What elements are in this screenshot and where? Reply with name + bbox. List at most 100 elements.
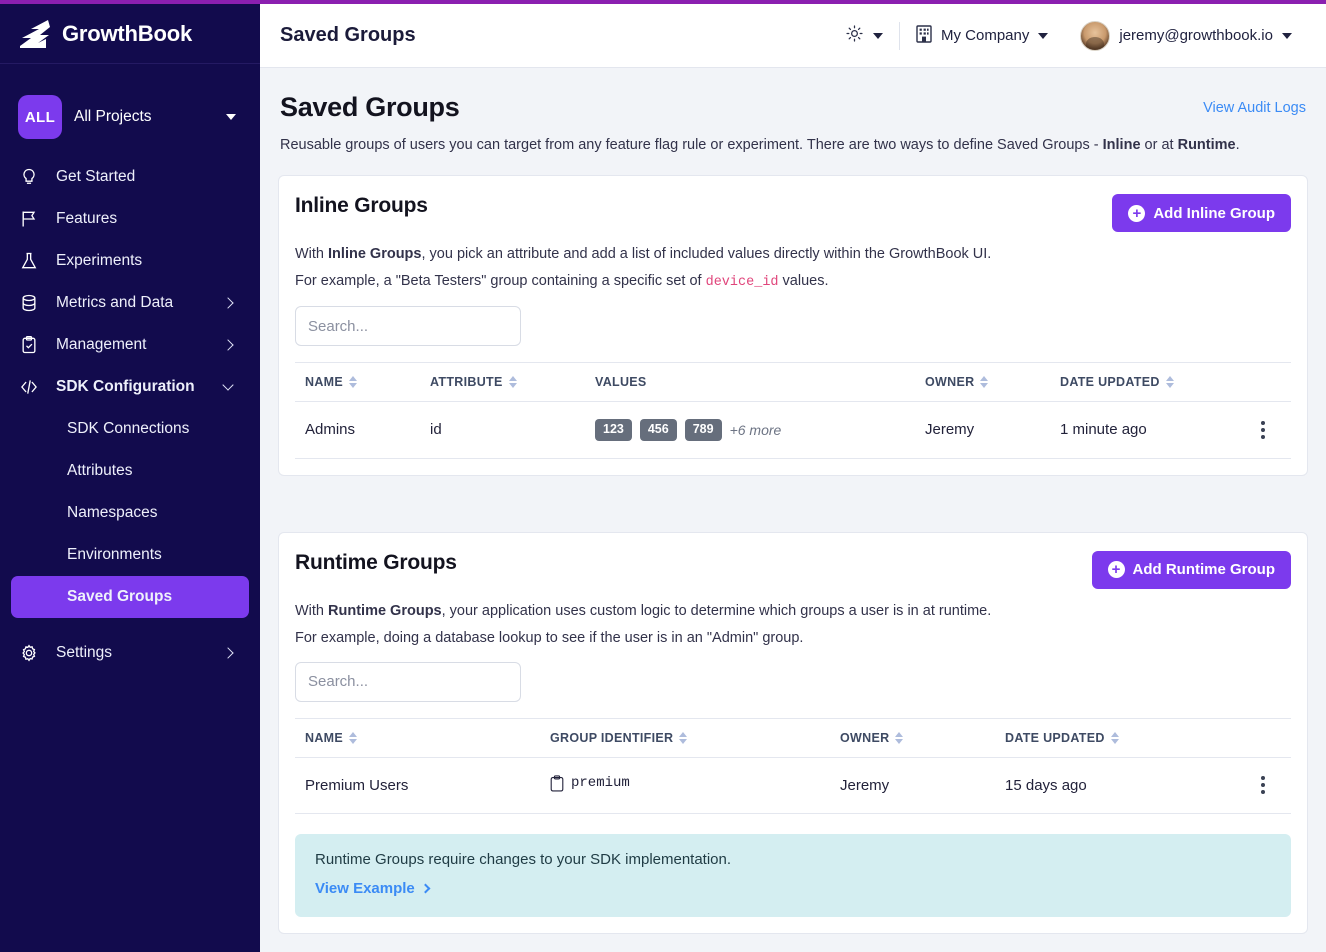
cell-attribute: id (420, 401, 585, 459)
sidebar-item-metrics-and-data[interactable]: Metrics and Data (0, 282, 260, 324)
sidebar-item-saved-groups[interactable]: Saved Groups (11, 576, 249, 618)
runtime-groups-table-body: Premium Users premium Jeremy 15 days ago (295, 757, 1291, 814)
table-header-row: NAME GROUP IDENTIFIER OWNER DATE UPDATED (295, 717, 1291, 758)
column-label: DATE UPDATED (1005, 730, 1105, 745)
chevron-right-icon (222, 647, 234, 659)
add-runtime-group-button[interactable]: + Add Runtime Group (1091, 550, 1291, 589)
column-label: GROUP IDENTIFIER (550, 730, 674, 745)
caret-down-icon (873, 32, 883, 39)
view-example-link[interactable]: View Example (315, 880, 431, 897)
flag-icon (18, 208, 40, 230)
sort-icon (508, 376, 517, 388)
add-inline-group-button[interactable]: + Add Inline Group (1112, 194, 1291, 232)
project-selector[interactable]: ALL All Projects (0, 88, 260, 146)
plus-circle-icon: + (1107, 561, 1125, 579)
sidebar-subitem-label: Saved Groups (67, 588, 173, 605)
sidebar-subitem-label: Attributes (67, 462, 133, 479)
clipboard-copy-icon[interactable] (550, 774, 564, 792)
page-header: Saved Groups View Audit Logs (270, 68, 1316, 123)
values-more-label: +6 more (729, 421, 782, 438)
runtime-groups-table-head: NAME GROUP IDENTIFIER OWNER DATE UPDATED (295, 717, 1291, 758)
desc-part-b: Inline Groups (328, 246, 422, 262)
theme-toggle-button[interactable] (829, 16, 899, 56)
column-header-attribute[interactable]: ATTRIBUTE (420, 362, 585, 402)
runtime-groups-table: NAME GROUP IDENTIFIER OWNER DATE UPDATED… (295, 717, 1291, 814)
sidebar-item-label: Features (56, 210, 118, 227)
chevron-right-icon (420, 883, 431, 894)
page-description-part-1: Reusable groups of users you can target … (280, 137, 1103, 153)
brand-logo-link[interactable]: GrowthBook (0, 4, 260, 64)
sidebar-item-attributes[interactable]: Attributes (11, 450, 249, 492)
view-audit-logs-link[interactable]: View Audit Logs (1203, 92, 1306, 116)
column-header-actions (1243, 362, 1291, 402)
table-row[interactable]: Premium Users premium Jeremy 15 days ago (295, 757, 1291, 814)
sidebar-item-label: SDK Configuration (56, 378, 195, 395)
column-header-group-identifier[interactable]: GROUP IDENTIFIER (540, 717, 830, 758)
chevron-down-icon (222, 379, 234, 391)
runtime-groups-title: Runtime Groups (295, 550, 457, 574)
runtime-groups-search-input[interactable] (295, 661, 521, 702)
runtime-groups-description-2: For example, doing a database lookup to … (295, 630, 1291, 646)
inline-groups-search-input[interactable] (295, 306, 521, 346)
sidebar-item-features[interactable]: Features (0, 198, 260, 240)
page-description-part-3: . (1235, 137, 1240, 153)
desc-part-b: Runtime Groups (328, 602, 442, 619)
desc-part-c: , your application uses custom logic to … (441, 602, 992, 619)
cell-date-updated: 1 minute ago (1050, 401, 1243, 459)
sidebar-item-settings[interactable]: Settings (0, 632, 260, 674)
page-description-part-2: or at (1140, 137, 1178, 153)
runtime-groups-description-1: With Runtime Groups, your application us… (295, 603, 1291, 619)
kebab-menu-icon[interactable] (1253, 420, 1273, 439)
sidebar-item-management[interactable]: Management (0, 324, 260, 366)
column-header-name[interactable]: NAME (295, 717, 540, 758)
chevron-right-icon (222, 339, 234, 351)
code-brackets-icon (18, 376, 40, 398)
caret-down-icon (1282, 32, 1292, 39)
flask-icon (18, 250, 40, 272)
callout-text: Runtime Groups require changes to your S… (315, 850, 732, 868)
topbar-title: Saved Groups (280, 24, 416, 46)
column-header-actions (1243, 717, 1291, 758)
column-label: OWNER (925, 375, 975, 389)
sidebar-item-get-started[interactable]: Get Started (0, 156, 260, 198)
sidebar-item-namespaces[interactable]: Namespaces (11, 492, 249, 534)
sidebar-item-label: Settings (56, 644, 113, 661)
value-badge: 789 (684, 419, 722, 441)
column-header-date-updated[interactable]: DATE UPDATED (1050, 362, 1243, 402)
cell-date-updated: 15 days ago (995, 757, 1243, 814)
table-row[interactable]: Admins id 123 456 789 +6 more Jeremy 1 m… (295, 401, 1291, 459)
column-header-date-updated[interactable]: DATE UPDATED (995, 717, 1243, 758)
kebab-menu-icon[interactable] (1253, 776, 1273, 795)
page-description: Reusable groups of users you can target … (270, 123, 1316, 153)
avatar (1080, 20, 1111, 51)
desc-part-a: With (295, 246, 329, 262)
sidebar-item-sdk-connections[interactable]: SDK Connections (11, 408, 249, 450)
column-header-name[interactable]: NAME (295, 362, 420, 402)
inline-groups-title: Inline Groups (295, 194, 428, 217)
page-description-runtime: Runtime (1177, 137, 1236, 153)
chevron-right-icon (222, 297, 234, 309)
sidebar-item-experiments[interactable]: Experiments (0, 240, 260, 282)
sidebar-subitem-label: Namespaces (67, 504, 158, 521)
gear-icon (18, 642, 40, 664)
sidebar-item-environments[interactable]: Environments (11, 534, 249, 576)
growthbook-logo-icon (18, 19, 52, 49)
user-menu-button[interactable]: jeremy@growthbook.io (1064, 16, 1308, 56)
sidebar-item-sdk-configuration[interactable]: SDK Configuration (0, 366, 260, 408)
lightbulb-icon (18, 166, 40, 188)
topbar-actions: My Company jeremy@growthbook.io (829, 16, 1308, 56)
column-label: VALUES (595, 375, 647, 389)
desc-part-c: , you pick an attribute and add a list o… (421, 246, 992, 262)
user-email: jeremy@growthbook.io (1119, 27, 1273, 44)
sidebar-item-label: Get Started (56, 168, 136, 185)
cell-owner: Jeremy (915, 401, 1050, 459)
add-runtime-group-label: Add Runtime Group (1132, 561, 1276, 579)
project-badge: ALL (18, 95, 62, 139)
sdk-implementation-callout: Runtime Groups require changes to your S… (295, 833, 1291, 917)
clipboard-check-icon (18, 334, 40, 356)
column-header-owner[interactable]: OWNER (915, 362, 1050, 402)
column-header-owner[interactable]: OWNER (830, 717, 995, 758)
organization-selector[interactable]: My Company (900, 16, 1064, 56)
top-accent-strip (0, 0, 1326, 4)
